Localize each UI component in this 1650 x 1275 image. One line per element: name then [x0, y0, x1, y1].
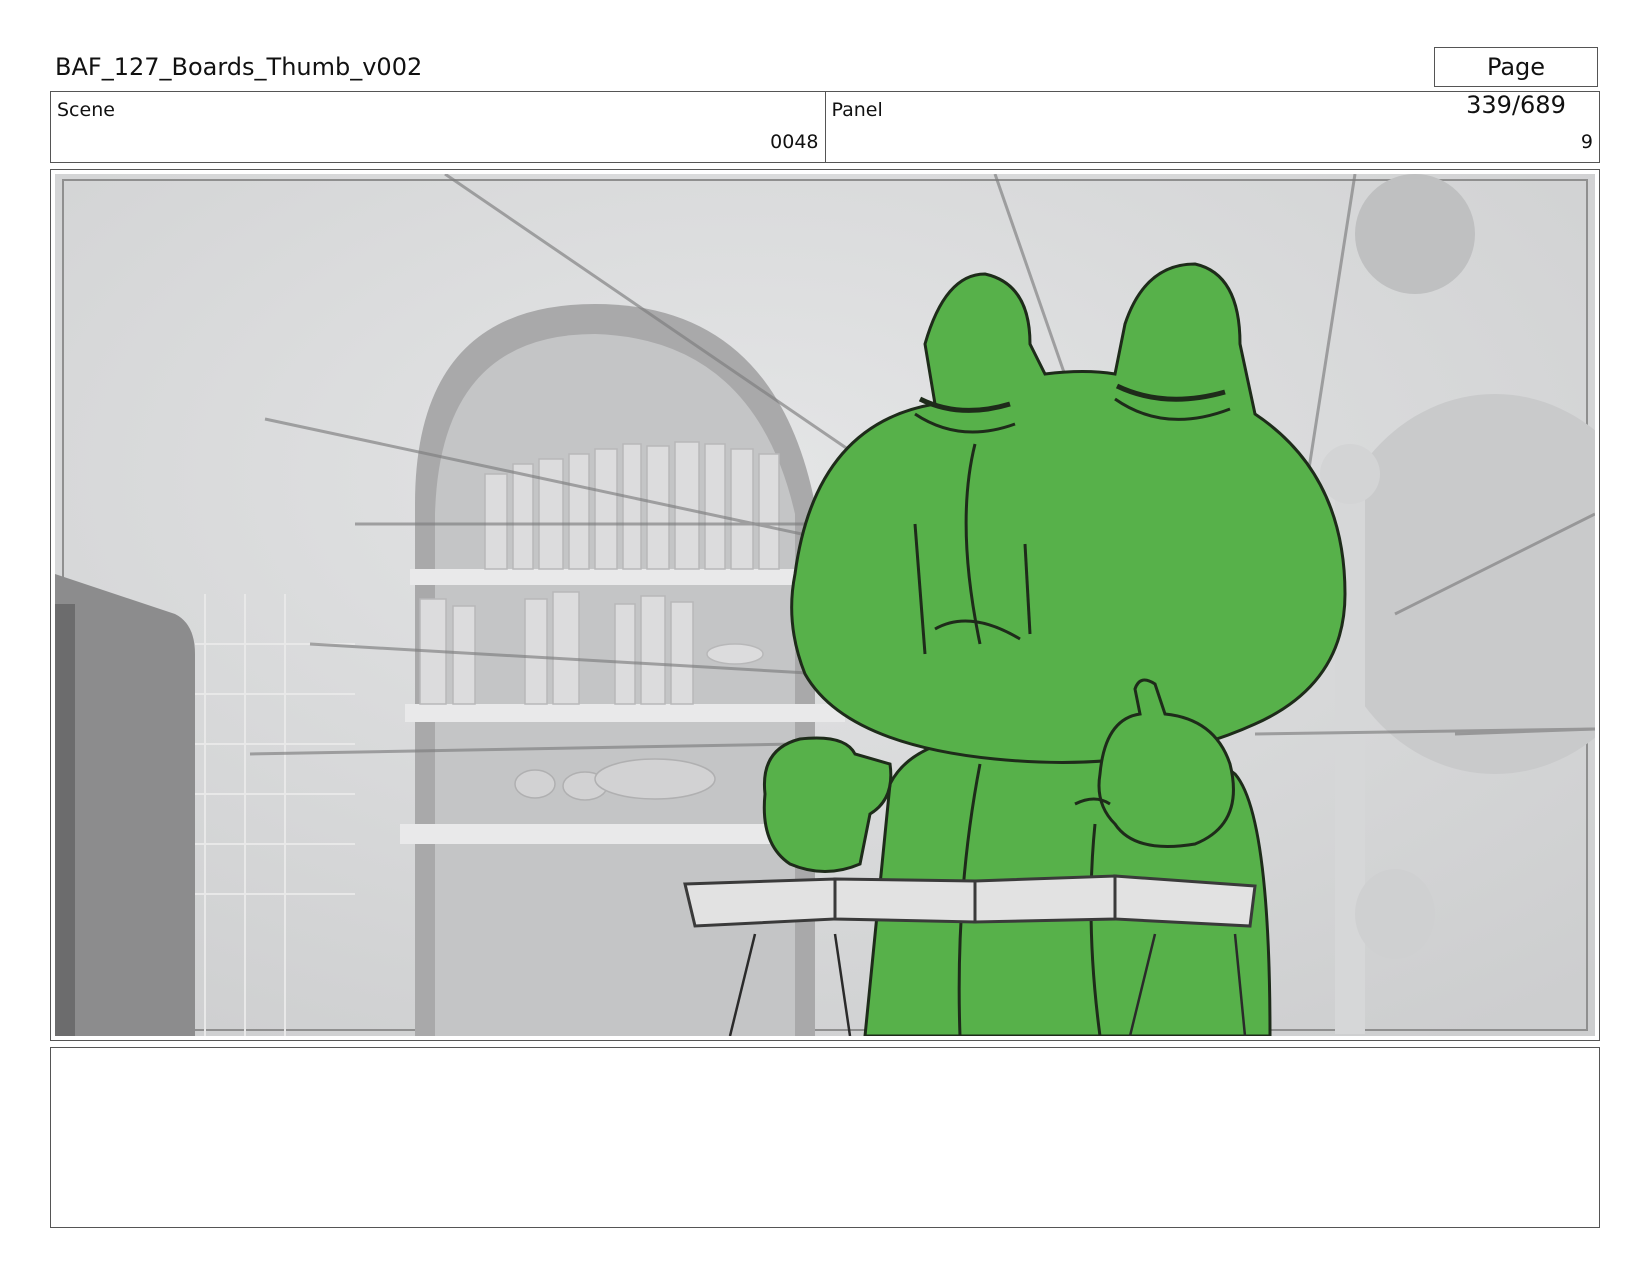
storyboard-panel: [50, 169, 1600, 1041]
shelf: [410, 569, 840, 585]
panel-number: 9: [1580, 131, 1593, 153]
panel-notes-box: [50, 1047, 1600, 1228]
cabinet: [55, 574, 195, 1036]
scene-number: 0048: [770, 131, 819, 153]
document-title: BAF_127_Boards_Thumb_v002: [55, 53, 423, 81]
storyboard-image: [55, 174, 1595, 1036]
panel-label: Panel: [831, 99, 883, 121]
board-prop: [683, 874, 1257, 928]
panel-cell: Panel 9: [824, 92, 1600, 162]
page-indicator: Page 339/689: [1434, 47, 1598, 119]
info-row: Scene 0048 Panel 9: [50, 91, 1600, 163]
scene-label: Scene: [57, 99, 115, 121]
scene-cell: Scene 0048: [51, 92, 825, 162]
shelf: [405, 704, 845, 722]
